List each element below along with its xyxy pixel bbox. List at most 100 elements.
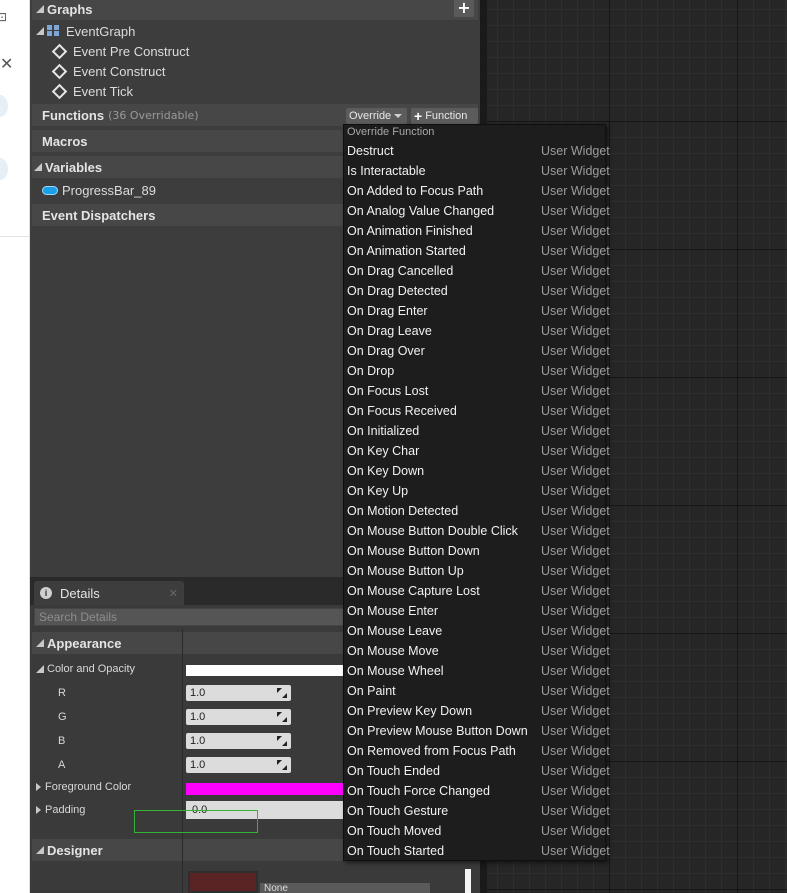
close-icon[interactable]: ✕ (169, 587, 178, 600)
menu-item-label: On Mouse Enter (347, 604, 439, 618)
menu-item[interactable]: On Drop User Widget (344, 361, 610, 381)
add-function-button[interactable]: + Function (411, 108, 478, 124)
menu-item[interactable]: On Touch Started User Widget (344, 841, 610, 861)
menu-item-category: User Widget (541, 144, 610, 158)
spin-icon[interactable] (277, 712, 287, 722)
menu-item[interactable]: On Mouse Enter User Widget (344, 601, 610, 621)
color-opacity-row[interactable]: Color and Opacity (36, 663, 135, 675)
brush-combo[interactable]: None (260, 883, 430, 893)
padding-row[interactable]: Padding (36, 804, 85, 816)
menu-item[interactable]: On Mouse Wheel User Widget (344, 661, 610, 681)
menu-item[interactable]: On Animation Started User Widget (344, 241, 610, 261)
foreground-color-label: Foreground Color (45, 781, 132, 793)
menu-item[interactable]: On Touch Gesture User Widget (344, 801, 610, 821)
menu-item[interactable]: On Focus Lost User Widget (344, 381, 610, 401)
menu-item[interactable]: On Removed from Focus Path User Widget (344, 741, 610, 761)
menu-item[interactable]: On Preview Mouse Button Down User Widget (344, 721, 610, 741)
expand-arrow-icon[interactable] (36, 806, 41, 814)
collapse-arrow-icon[interactable] (36, 639, 44, 647)
event-item[interactable]: Event Tick (51, 81, 133, 101)
menu-item[interactable]: On Mouse Capture Lost User Widget (344, 581, 610, 601)
menu-item[interactable]: On Key Down User Widget (344, 461, 610, 481)
menu-item-label: On Preview Mouse Button Down (347, 724, 528, 738)
variable-item[interactable]: ProgressBar_89 (42, 180, 156, 200)
menu-item[interactable]: On Added to Focus Path User Widget (344, 181, 610, 201)
menu-item-label: On Touch Gesture (347, 804, 449, 818)
spin-icon[interactable] (277, 760, 287, 770)
menu-item-label: On Mouse Leave (347, 624, 443, 638)
collapse-arrow-icon[interactable] (36, 5, 44, 13)
menu-item[interactable]: Destruct User Widget (344, 141, 610, 161)
menu-item[interactable]: On Preview Key Down User Widget (344, 701, 610, 721)
menu-item[interactable]: On Drag Enter User Widget (344, 301, 610, 321)
menu-item-category: User Widget (541, 204, 610, 218)
menu-item-category: User Widget (541, 304, 610, 318)
close-icon[interactable]: ✕ (0, 54, 13, 73)
menu-item[interactable]: On Touch Ended User Widget (344, 761, 610, 781)
menu-item-category: User Widget (541, 724, 610, 738)
menu-item-category: User Widget (541, 664, 610, 678)
menu-item-category: User Widget (541, 544, 610, 558)
menu-item[interactable]: On Animation Finished User Widget (344, 221, 610, 241)
menu-item[interactable]: On Motion Detected User Widget (344, 501, 610, 521)
menu-item-label: On Motion Detected (347, 504, 459, 518)
collapse-arrow-icon[interactable] (36, 846, 44, 854)
menu-item[interactable]: On Touch Force Changed User Widget (344, 781, 610, 801)
collapse-arrow-icon[interactable] (36, 27, 44, 35)
menu-item-label: On Focus Received (347, 404, 457, 418)
event-item[interactable]: Event Pre Construct (51, 41, 190, 61)
menu-item-category: User Widget (541, 504, 610, 518)
menu-item[interactable]: On Drag Detected User Widget (344, 281, 610, 301)
brush-preview-thumbnail[interactable] (188, 871, 258, 893)
menu-item[interactable]: On Analog Value Changed User Widget (344, 201, 610, 221)
event-graph-label: EventGraph (66, 23, 136, 39)
menu-item-label: On Mouse Wheel (347, 664, 444, 678)
menu-item[interactable]: On Drag Cancelled User Widget (344, 261, 610, 281)
event-item[interactable]: Event Construct (51, 61, 166, 81)
menu-item[interactable]: On Focus Received User Widget (344, 401, 610, 421)
menu-item[interactable]: On Key Up User Widget (344, 481, 610, 501)
menu-item-label: On Key Char (347, 444, 420, 458)
menu-item-category: User Widget (541, 384, 610, 398)
menu-item[interactable]: On Mouse Move User Widget (344, 641, 610, 661)
expand-arrow-icon[interactable] (36, 783, 41, 791)
collapse-arrow-icon[interactable] (34, 163, 42, 171)
spin-icon[interactable] (277, 688, 287, 698)
event-graph-item[interactable]: EventGraph (32, 21, 135, 41)
menu-item[interactable]: On Drag Leave User Widget (344, 321, 610, 341)
graphs-header[interactable]: Graphs + (32, 0, 478, 20)
menu-item-category: User Widget (541, 644, 610, 658)
functions-label: Functions (42, 107, 105, 123)
event-node-icon (51, 63, 68, 79)
channel-a-input[interactable]: 1.0 (186, 757, 291, 773)
channel-r-input[interactable]: 1.0 (186, 685, 291, 701)
menu-item[interactable]: On Drag Over User Widget (344, 341, 610, 361)
menu-item[interactable]: On Touch Moved User Widget (344, 821, 610, 841)
event-label: Event Pre Construct (73, 43, 190, 59)
details-tab[interactable]: i Details ✕ (34, 581, 184, 605)
macros-label: Macros (42, 133, 88, 149)
menu-item[interactable]: On Mouse Button Down User Widget (344, 541, 610, 561)
menu-item[interactable]: On Paint User Widget (344, 681, 610, 701)
menu-item[interactable]: On Mouse Leave User Widget (344, 621, 610, 641)
spin-icon[interactable] (277, 736, 287, 746)
add-graph-button[interactable]: + (454, 0, 474, 17)
details-scrollbar[interactable] (465, 869, 471, 893)
menu-item-category: User Widget (541, 584, 610, 598)
channel-b-input[interactable]: 1.0 (186, 733, 291, 749)
color-opacity-swatch[interactable] (186, 665, 346, 676)
channel-g-input[interactable]: 1.0 (186, 709, 291, 725)
collapse-arrow-icon[interactable] (36, 665, 44, 673)
channel-value: 1.0 (190, 687, 206, 699)
foreground-color-swatch[interactable] (186, 783, 346, 795)
override-button[interactable]: Override (346, 108, 407, 124)
foreground-color-row[interactable]: Foreground Color (36, 781, 131, 793)
menu-item[interactable]: On Mouse Button Up User Widget (344, 561, 610, 581)
menu-item[interactable]: Is Interactable User Widget (344, 161, 610, 181)
menu-item-category: User Widget (541, 784, 610, 798)
menu-item[interactable]: On Initialized User Widget (344, 421, 610, 441)
menu-item[interactable]: On Key Char User Widget (344, 441, 610, 461)
menu-item[interactable]: On Mouse Button Double Click User Widget (344, 521, 610, 541)
menu-item-label: On Mouse Move (347, 644, 439, 658)
menu-item-label: On Touch Moved (347, 824, 442, 838)
